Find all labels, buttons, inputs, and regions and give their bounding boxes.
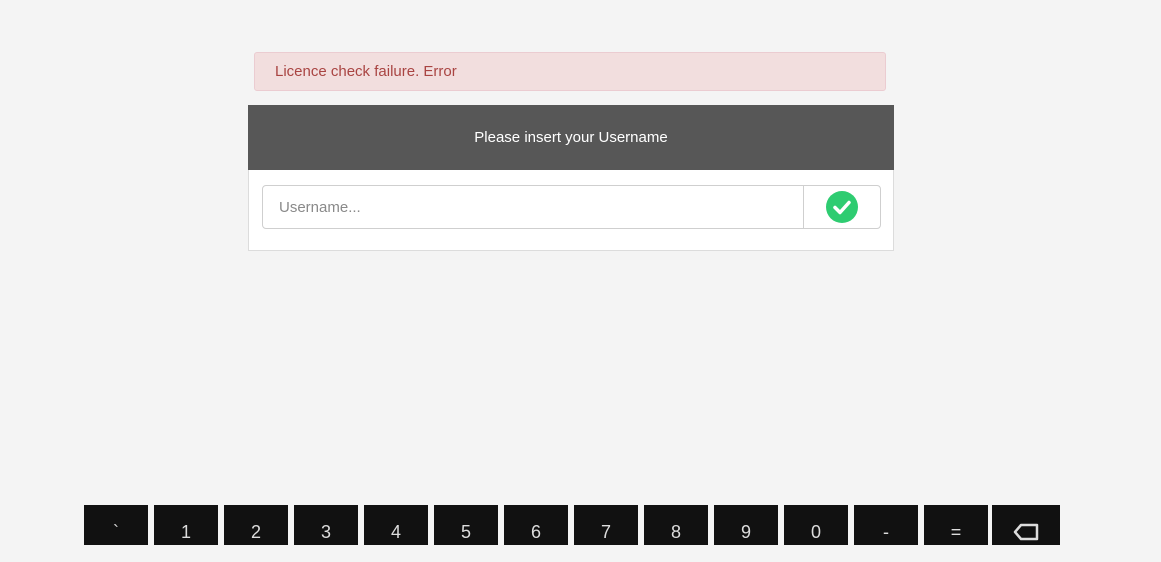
panel-title: Please insert your Username bbox=[248, 105, 894, 170]
backspace-icon bbox=[1013, 523, 1039, 541]
username-input-group bbox=[262, 185, 881, 229]
login-panel: Please insert your Username bbox=[248, 105, 894, 251]
username-input[interactable] bbox=[263, 186, 803, 228]
onscreen-keyboard: ` 1 2 3 4 5 6 7 8 9 0 - = bbox=[84, 505, 1064, 545]
key-2[interactable]: 2 bbox=[224, 505, 288, 545]
key-backspace[interactable] bbox=[992, 505, 1060, 545]
key-1[interactable]: 1 bbox=[154, 505, 218, 545]
key-6[interactable]: 6 bbox=[504, 505, 568, 545]
alert-message: Licence check failure. Error bbox=[275, 63, 457, 80]
key-equals[interactable]: = bbox=[924, 505, 988, 545]
key-minus[interactable]: - bbox=[854, 505, 918, 545]
key-4[interactable]: 4 bbox=[364, 505, 428, 545]
key-3[interactable]: 3 bbox=[294, 505, 358, 545]
check-circle-icon bbox=[826, 191, 858, 223]
key-0[interactable]: 0 bbox=[784, 505, 848, 545]
key-8[interactable]: 8 bbox=[644, 505, 708, 545]
confirm-username-button[interactable] bbox=[803, 186, 880, 228]
key-backtick[interactable]: ` bbox=[84, 505, 148, 545]
key-5[interactable]: 5 bbox=[434, 505, 498, 545]
key-7[interactable]: 7 bbox=[574, 505, 638, 545]
licence-error-alert: Licence check failure. Error bbox=[254, 52, 886, 91]
key-9[interactable]: 9 bbox=[714, 505, 778, 545]
